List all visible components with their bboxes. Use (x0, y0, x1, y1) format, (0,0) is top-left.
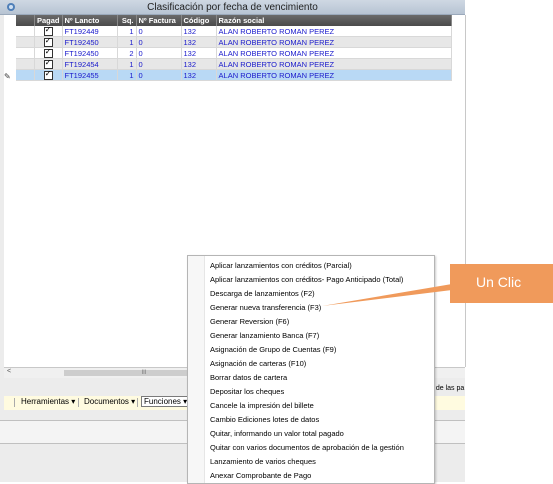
callout-pointer-shape (322, 284, 452, 306)
callout-pointer-arrow (322, 284, 452, 306)
